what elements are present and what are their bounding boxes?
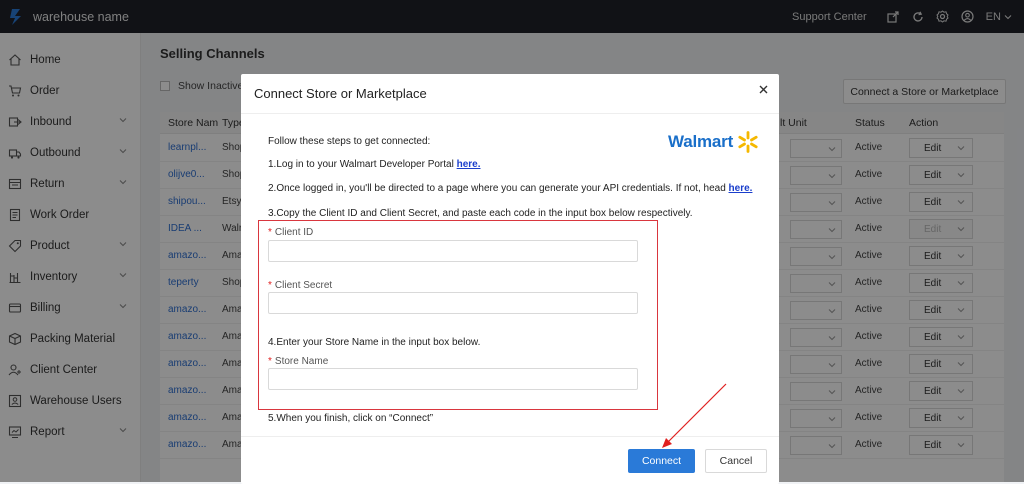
required-mark: * xyxy=(268,280,272,291)
store-name-label-text: Store Name xyxy=(274,356,329,367)
modal-divider xyxy=(241,113,779,114)
step-5: 5.When you finish, click on “Connect” xyxy=(268,413,434,424)
developer-portal-link[interactable]: here. xyxy=(457,159,481,170)
step-2-text: 2.Once logged in, you'll be directed to … xyxy=(268,183,729,194)
step-3: 3.Copy the Client ID and Client Secret, … xyxy=(268,208,693,219)
client-secret-label: * Client Secret xyxy=(268,280,332,291)
client-id-label: * Client ID xyxy=(268,227,313,238)
required-mark: * xyxy=(268,356,272,367)
step-4: 4.Enter your Store Name in the input box… xyxy=(268,337,481,348)
connect-store-modal: Connect Store or Marketplace Walmart Fol… xyxy=(241,74,779,484)
modal-title: Connect Store or Marketplace xyxy=(254,86,427,101)
client-id-label-text: Client ID xyxy=(274,227,314,238)
cancel-button[interactable]: Cancel xyxy=(705,449,767,473)
store-name-input[interactable] xyxy=(268,368,638,390)
connect-button[interactable]: Connect xyxy=(628,449,695,473)
step-1-text: 1.Log in to your Walmart Developer Porta… xyxy=(268,159,457,170)
walmart-wordmark: Walmart xyxy=(668,132,734,151)
step-1: 1.Log in to your Walmart Developer Porta… xyxy=(268,159,481,170)
client-id-input[interactable] xyxy=(268,240,638,262)
client-secret-input[interactable] xyxy=(268,292,638,314)
required-mark: * xyxy=(268,227,272,238)
instructions-intro: Follow these steps to get connected: xyxy=(268,136,431,147)
step-2: 2.Once logged in, you'll be directed to … xyxy=(268,183,752,194)
close-icon[interactable] xyxy=(756,82,770,96)
api-credentials-link[interactable]: here. xyxy=(729,183,753,194)
walmart-spark-icon xyxy=(738,131,758,153)
client-secret-label-text: Client Secret xyxy=(274,280,333,291)
modal-footer-divider xyxy=(241,436,779,437)
store-name-label: * Store Name xyxy=(268,356,328,367)
walmart-logo: Walmart xyxy=(668,130,760,154)
